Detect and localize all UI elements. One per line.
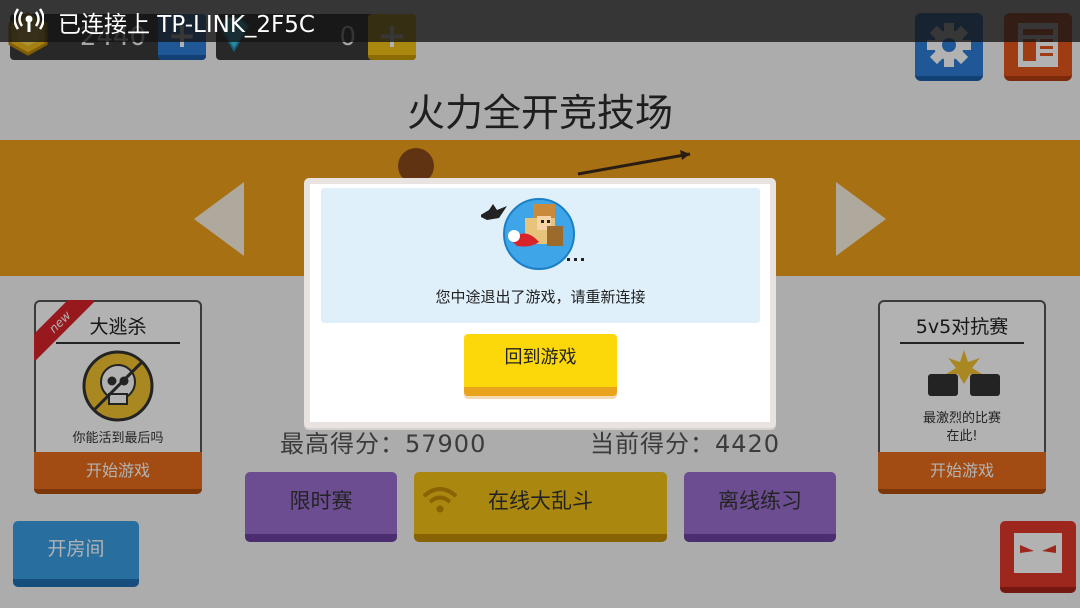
wifi-hotspot-icon bbox=[14, 8, 44, 32]
dialog-message-panel: 您中途退出了游戏，请重新连接 bbox=[321, 188, 760, 323]
pixel-character-bats-illustration bbox=[481, 198, 584, 270]
connection-status-text: 已连接上 TP-LINK_2F5C bbox=[58, 12, 315, 38]
status-bar: 已连接上 TP-LINK_2F5C bbox=[0, 0, 1080, 42]
reconnect-dialog: 您中途退出了游戏，请重新连接 回到游戏 bbox=[304, 178, 776, 428]
disconnect-message: 您中途退出了游戏，请重新连接 bbox=[435, 288, 646, 306]
return-to-game-button[interactable]: 回到游戏 bbox=[464, 334, 617, 396]
